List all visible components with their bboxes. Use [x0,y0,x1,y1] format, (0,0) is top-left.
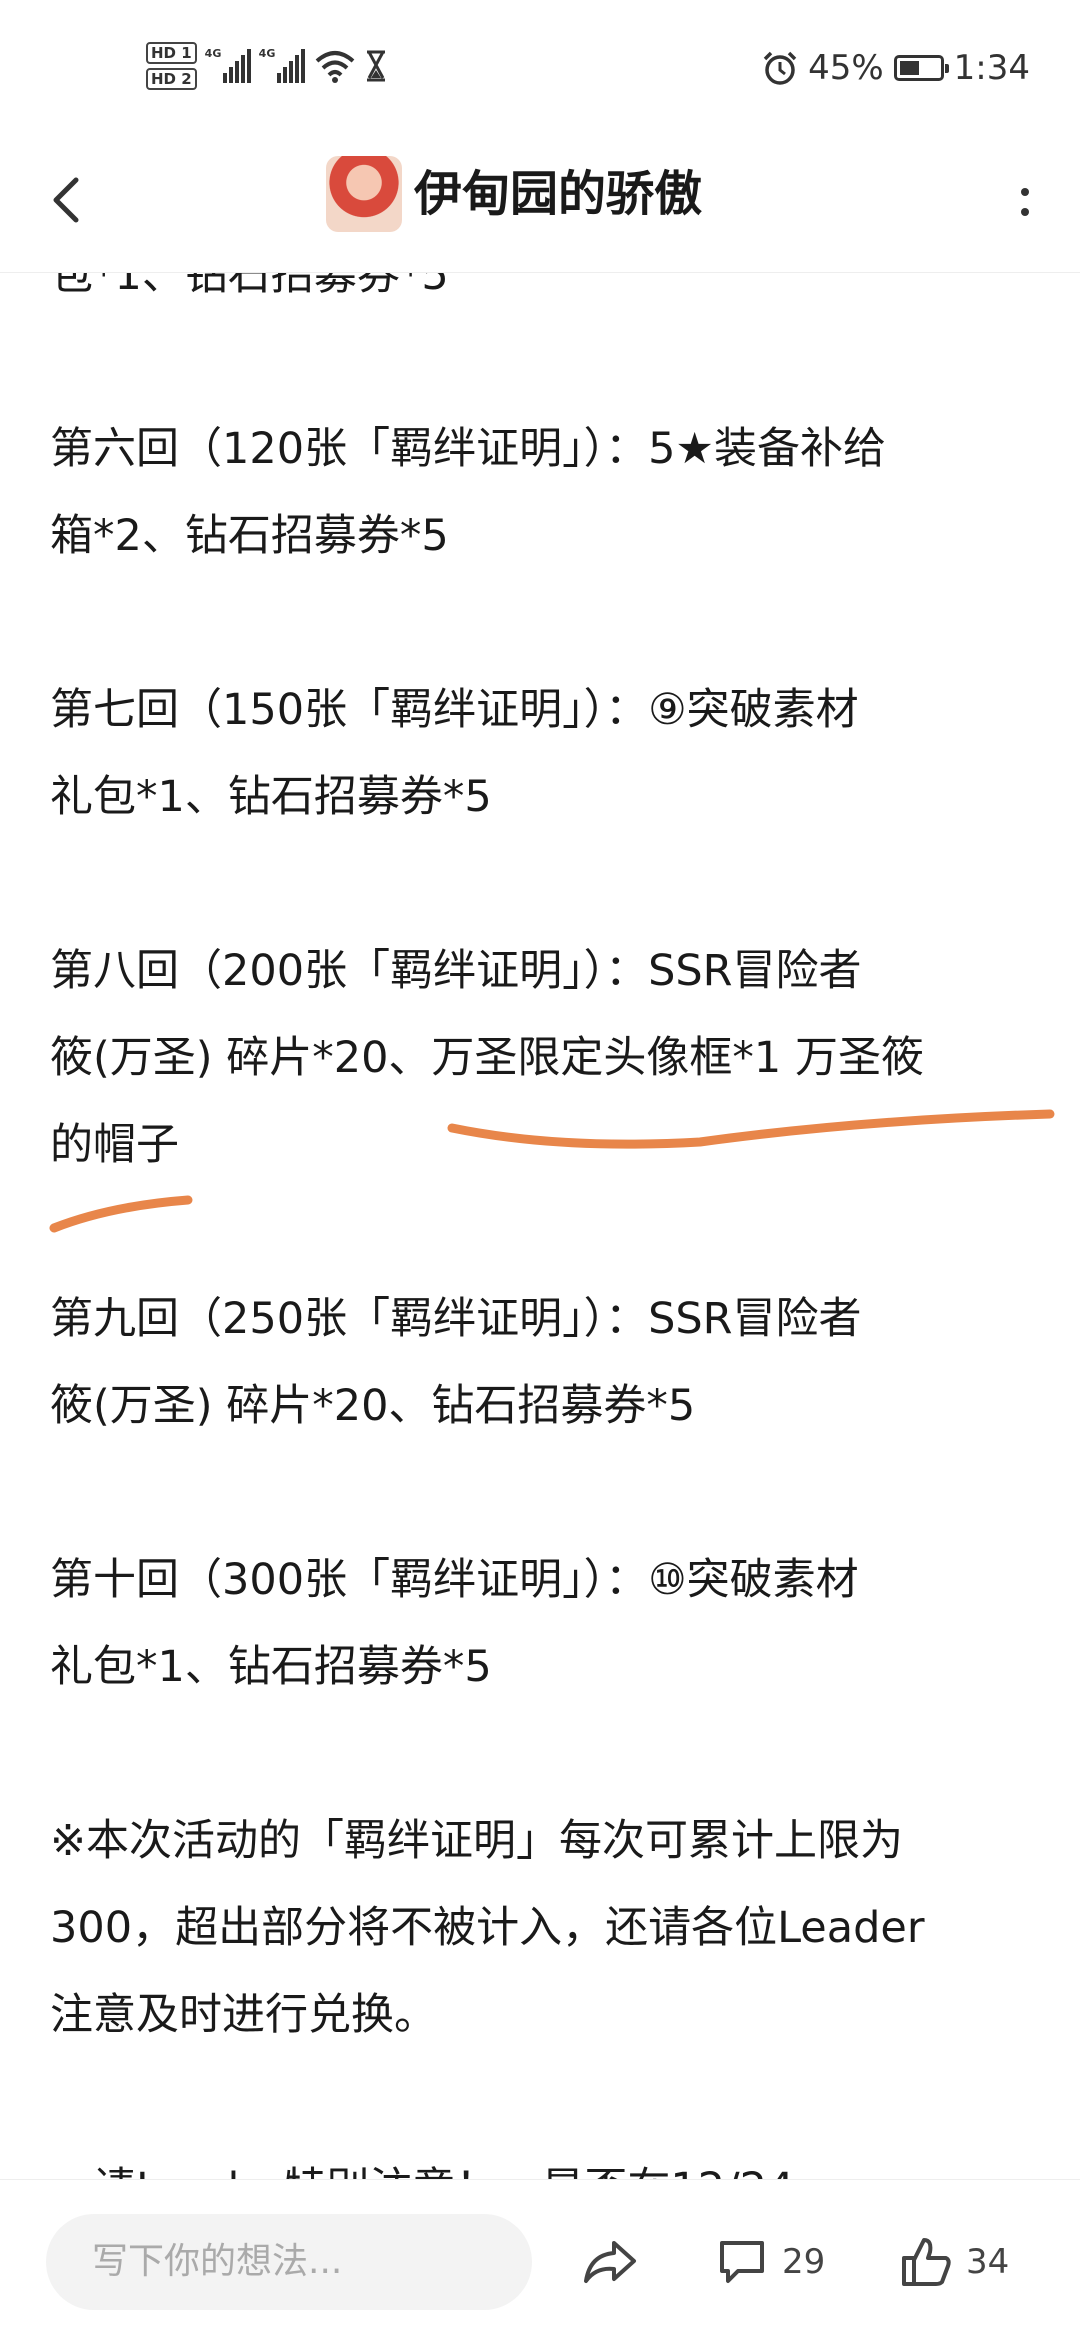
comment-input[interactable]: 写下你的想法... [46,2214,532,2310]
group-avatar[interactable] [326,156,402,232]
handwritten-underline [49,1109,1055,1233]
comment-count: 29 [782,2242,826,2282]
page-title[interactable]: 伊甸园的骄傲 [414,162,702,226]
app-bar: 伊甸园的骄傲 [0,132,1080,273]
bottom-action-bar: 写下你的想法... 29 34 [0,2179,1080,2340]
back-arrow-icon[interactable] [40,170,100,230]
thumbs-up-icon [902,2238,951,2286]
like-count: 34 [966,2242,1010,2282]
share-button[interactable] [582,2214,638,2310]
comment-icon [720,2241,764,2283]
like-button[interactable]: 34 [900,2214,1009,2310]
comment-button[interactable]: 29 [716,2214,825,2310]
more-options-icon[interactable] [1010,172,1040,232]
share-icon [584,2241,636,2283]
